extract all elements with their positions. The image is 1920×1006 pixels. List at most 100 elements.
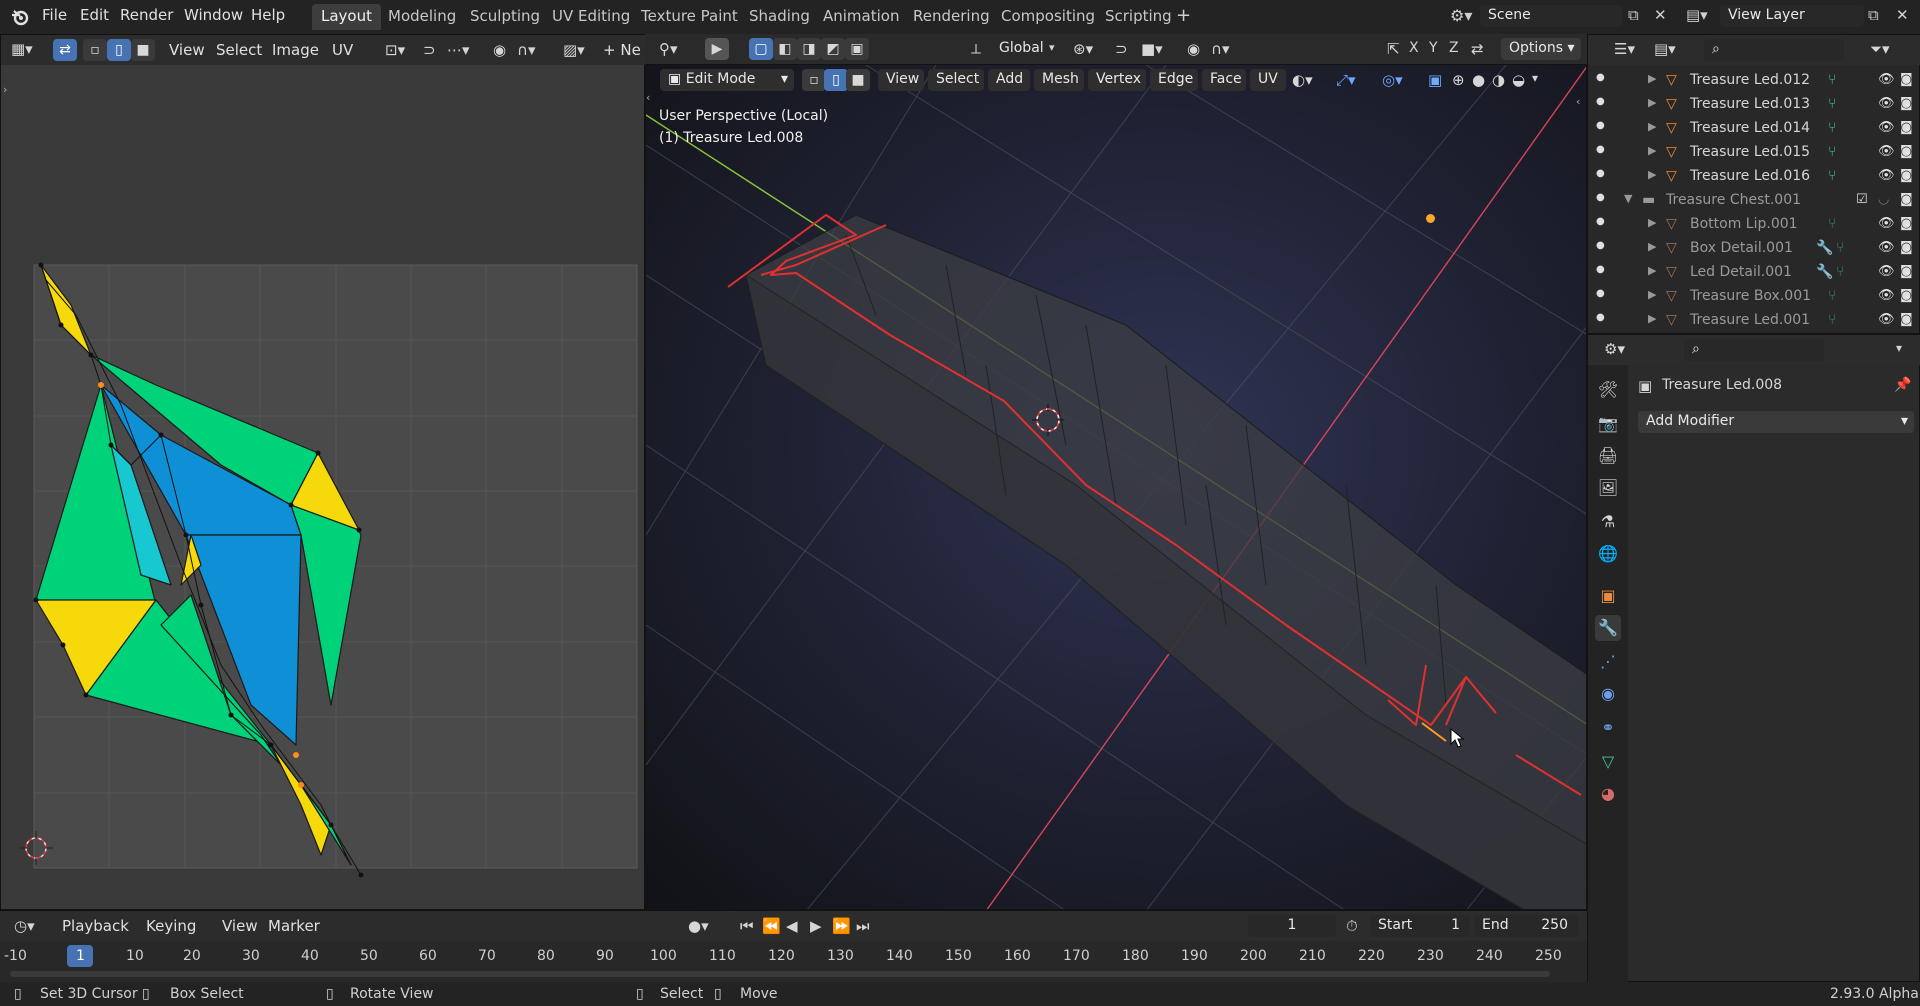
snapping-icon[interactable]: ⊃ [1115,40,1128,58]
tab-sculpting[interactable]: Sculpting [461,4,549,30]
add-workspace-icon[interactable]: + [1176,5,1191,26]
edge-select-icon[interactable]: ▯ [107,39,131,61]
expand-arrow-icon[interactable]: ▶ [1648,144,1656,157]
select-intersect-mode-icon[interactable]: ▣ [845,38,869,60]
snap-target-icon[interactable]: ■▾ [1141,40,1163,58]
camera-icon[interactable]: ◙ [1900,288,1913,303]
3d-viewport[interactable]: ▣ Edit Mode ▾ ▫ ▯ ■ View Select Add Mesh… [645,64,1587,910]
vp-menu-face[interactable]: Face [1202,69,1246,91]
menu-render[interactable]: Render [120,6,173,24]
scene-tab-icon[interactable]: ⚗ [1595,509,1621,535]
outliner-row[interactable]: ● ▶ ▽ Treasure Led.012 ⑂ 👁 ◙ [1588,69,1920,93]
expand-arrow-icon[interactable]: ▶ [1648,120,1656,133]
tab-modeling[interactable]: Modeling [379,4,465,30]
filter-icon[interactable]: ⏷▾ [1870,40,1890,58]
auto-keying-icon[interactable]: ●▾ [688,917,709,935]
select-subtract-mode-icon[interactable]: ◨ [797,38,821,60]
face-select-icon[interactable]: ■ [131,39,155,61]
visibility-icon[interactable]: ◐▾ [1292,71,1313,89]
add-modifier-dropdown[interactable]: Add Modifier ▾ [1638,411,1914,433]
timeline-menu-playback[interactable]: Playback [62,917,129,935]
menu-edit[interactable]: Edit [80,6,109,24]
tab-animation[interactable]: Animation [814,4,908,30]
uv-menu-select[interactable]: Select [216,41,262,59]
current-frame-field[interactable]: 1 [1248,915,1336,937]
view-layer-tab-icon[interactable]: 🖼 [1595,475,1621,501]
vertex-select-icon[interactable]: ▫ [83,39,107,61]
expand-arrow-icon[interactable]: ▶ [1648,168,1656,181]
timeline-editor-type-icon[interactable]: ◷▾ [14,917,35,935]
editor-type-icon[interactable]: ▦▾ [11,40,33,58]
camera-icon[interactable]: ◙ [1900,96,1913,111]
timeline-menu-keying[interactable]: Keying [146,917,196,935]
physics-tab-icon[interactable]: ◉ [1595,681,1621,707]
timeline-scrollbar[interactable] [10,971,1550,977]
tab-uv-editing[interactable]: UV Editing [543,4,639,30]
material-tab-icon[interactable]: ◕ [1595,781,1621,807]
outliner-editor-type-icon[interactable]: ☰▾ [1614,40,1635,58]
tab-scripting[interactable]: Scripting [1096,4,1181,30]
vp-menu-edge[interactable]: Edge [1150,69,1198,91]
eye-icon[interactable]: 👁 [1878,168,1895,183]
camera-icon[interactable]: ◙ [1900,264,1913,279]
eye-icon[interactable]: 👁 [1878,120,1895,135]
particles-tab-icon[interactable]: ⋰ [1595,649,1621,675]
eye-icon[interactable]: 👁 [1878,288,1895,303]
uv-menu-uv[interactable]: UV [332,41,353,59]
vp-menu-mesh[interactable]: Mesh [1034,69,1084,91]
orientation-icon[interactable]: ⟂ [971,40,981,58]
timeline-menu-marker[interactable]: Marker [268,917,320,935]
sync-selection-icon[interactable]: ⇄ [53,39,77,61]
timeline-menu-view[interactable]: View [222,917,258,935]
pivot-point-icon[interactable]: ⊛▾ [1073,40,1093,58]
jump-key-forward-icon[interactable]: ⏩ [832,917,851,935]
vp-menu-select[interactable]: Select [928,69,984,91]
constraints-tab-icon[interactable]: ⚭ [1595,715,1621,741]
mesh-data-tab-icon[interactable]: ▽ [1595,749,1621,775]
uv-2d-cursor[interactable] [19,831,53,865]
sidebar-toggle-icon[interactable]: ‹ [1576,95,1580,108]
world-tab-icon[interactable]: 🌐 [1595,541,1621,567]
proportional-falloff-icon[interactable]: ∩▾ [1211,40,1230,58]
scene-name-field[interactable]: Scene [1480,5,1622,27]
select-extend-mode-icon[interactable]: ◧ [773,38,797,60]
expand-arrow-icon[interactable]: ▶ [1648,288,1656,301]
eye-icon[interactable]: 👁 [1878,264,1895,279]
jump-start-icon[interactable]: ⏮ [740,917,754,935]
tool-tab-icon[interactable]: 🛠 [1595,377,1621,403]
snap-mode-icon[interactable]: ⋯▾ [447,41,470,59]
new-image-button[interactable]: + Ne [603,41,641,59]
camera-icon[interactable]: ◙ [1900,168,1913,183]
camera-icon[interactable]: ◙ [1900,240,1913,255]
outliner-row[interactable]: ● ▶ ▽ Treasure Led.013 ⑂ 👁 ◙ [1588,93,1920,117]
tab-texture-paint[interactable]: Texture Paint [632,4,747,30]
mesh-face-select-icon[interactable]: ■ [846,69,870,91]
wireframe-shading-icon[interactable]: ⊕ [1452,71,1465,89]
vp-menu-uv[interactable]: UV [1250,69,1286,91]
rendered-shading-icon[interactable]: ◒ [1512,71,1525,89]
proportional-edit-icon[interactable]: ◉ [1187,40,1200,58]
expand-arrow-icon[interactable]: ▶ [1648,72,1656,85]
eye-closed-icon[interactable]: ◡ [1878,192,1889,207]
select-invert-mode-icon[interactable]: ◩ [821,38,845,60]
3d-cursor[interactable] [1030,402,1066,438]
outliner-row[interactable]: ● ▶ ▽ Treasure Led.001 ⑂ 👁 ◙ [1588,309,1920,333]
expand-arrow-icon[interactable]: ▶ [1648,264,1656,277]
uv-menu-image[interactable]: Image [272,41,319,59]
transform-affect-icon[interactable]: ⇱ [1387,40,1400,58]
blender-logo-icon[interactable] [10,7,30,27]
mode-dropdown[interactable]: ▣ Edit Mode ▾ [660,69,794,91]
outliner-row[interactable]: ● ▼ ▬ Treasure Chest.001 ☑ ◡ ◙ [1588,189,1920,213]
jump-key-back-icon[interactable]: ⏪ [762,917,781,935]
outliner-row[interactable]: ● ▶ ▽ Treasure Led.014 ⑂ 👁 ◙ [1588,117,1920,141]
delete-view-layer-icon[interactable]: ✕ [1896,6,1909,24]
material-shading-icon[interactable]: ◑ [1492,71,1505,89]
view-layer-field[interactable]: View Layer [1720,5,1864,27]
eye-icon[interactable]: 👁 [1878,96,1895,111]
options-dropdown[interactable]: Options ▾ [1501,38,1581,60]
camera-icon[interactable]: ◙ [1900,120,1913,135]
modifier-tab-icon[interactable]: 🔧 [1595,615,1621,641]
axis-z-toggle[interactable]: Z [1449,40,1459,56]
collapse-arrow-icon[interactable]: ▼ [1624,192,1632,205]
vp-menu-view[interactable]: View [878,69,924,91]
